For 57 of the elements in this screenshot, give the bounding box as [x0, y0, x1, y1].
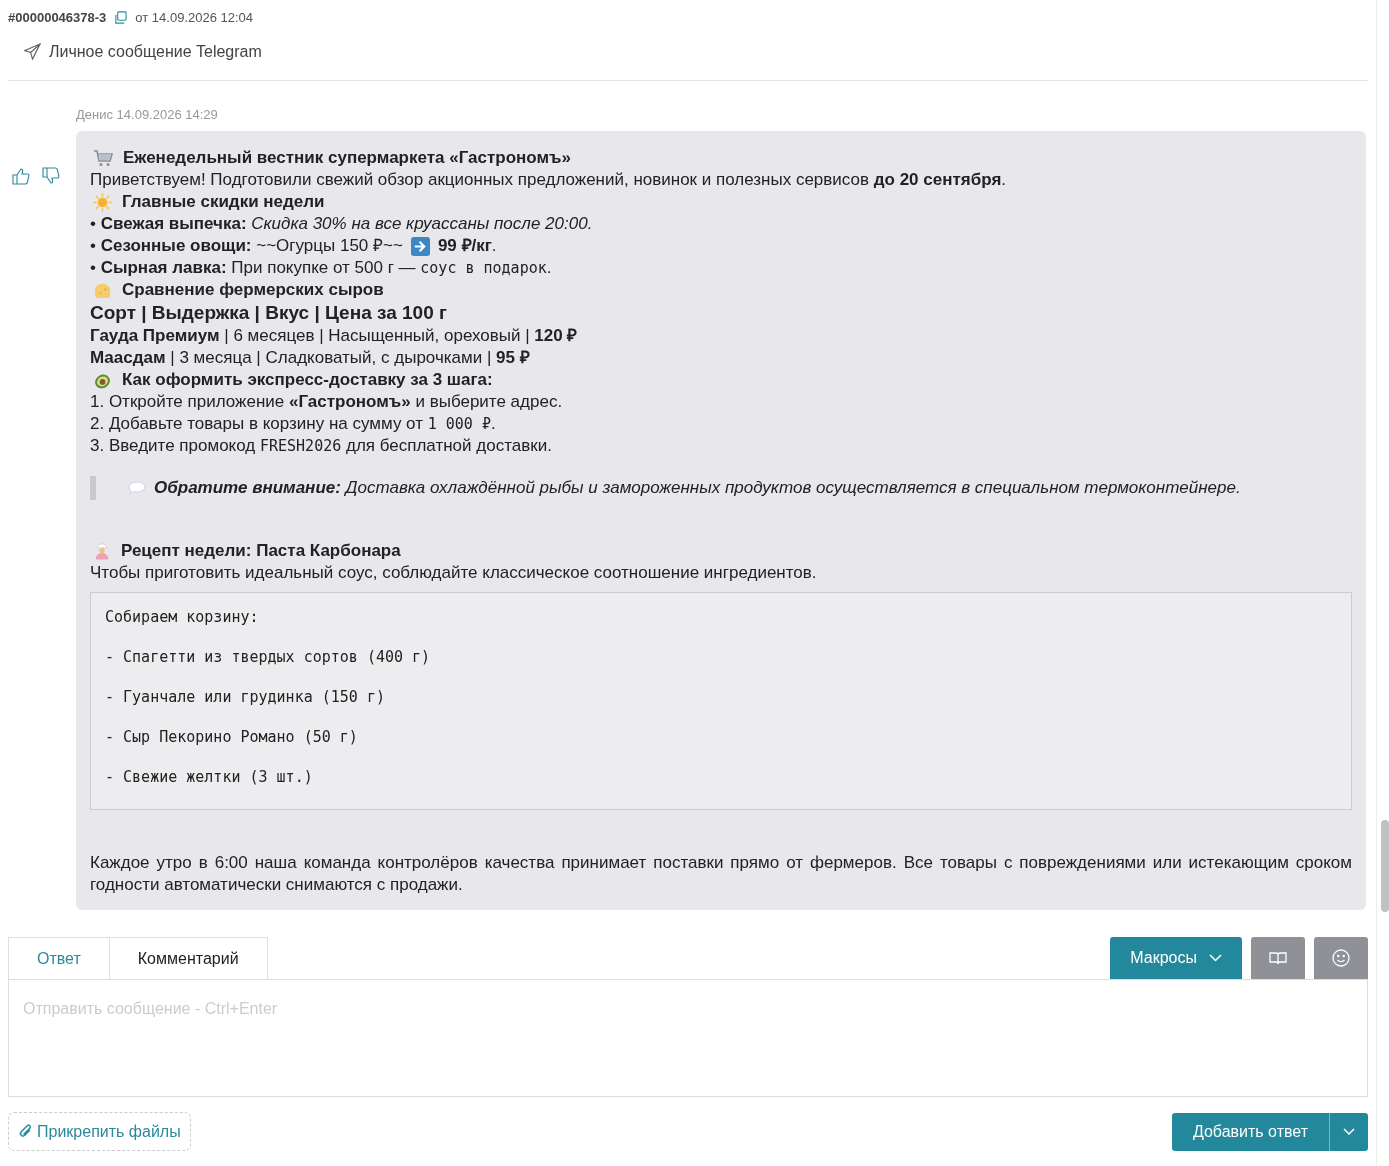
reply-tab[interactable]: Комментарий [108, 937, 268, 979]
inline-code: соус в подарок [420, 258, 547, 279]
message-text: . [546, 257, 552, 279]
paperclip-icon [18, 1123, 33, 1140]
section-heading: Еженедельный вестник супермаркета «Гастрономъ» [123, 147, 571, 169]
section-heading: Сравнение фермерских сыров [122, 279, 384, 301]
code-line: - Сыр Пекорино Романо (50 г) [105, 727, 359, 748]
copy-icon[interactable] [114, 11, 128, 25]
emoji-button[interactable] [1314, 937, 1368, 979]
chevron-down-icon [1209, 954, 1222, 962]
ticket-number: #00000046378-3 [8, 9, 107, 27]
thumbs-down-icon[interactable] [42, 166, 60, 185]
message-text: • Свежая выпечка: Скидка 30% на все круассаны после 20:00. [90, 213, 593, 235]
quote-bar [90, 476, 96, 500]
paper-plane-icon [24, 43, 41, 60]
scrollbar-thumb[interactable] [1381, 820, 1389, 912]
channel-label: Личное сообщение Telegram [49, 41, 262, 62]
message-author: Денис 14.09.2026 14:29 [76, 105, 219, 124]
message-paragraph: Каждое утро в 6:00 наша команда контролёров качества принимает поставки прямо от фермеров. Все товары с повреждениями или истекающим сроком годности автоматически снимаются с продажи. [90, 852, 1352, 896]
inline-code: 1 000 ₽ [427, 414, 491, 435]
code-line: - Гуанчале или грудинка (150 г) [105, 687, 386, 708]
message-text: 99 ₽/кг. [437, 235, 497, 257]
quote-text: Обратите внимание: Доставка охлаждённой рыбы и замороженных продуктов осуществляется в специальном термоконтейнере. [154, 477, 1241, 499]
reply-tab[interactable]: Ответ [8, 937, 110, 979]
message-text: • Сезонные овощи: ~~Огурцы 150 ₽~~ [90, 235, 403, 257]
message-text: Чтобы приготовить идеальный соус, соблюдайте классическое соотношение ингредиентов. [90, 562, 817, 584]
section-heading: Главные скидки недели [122, 191, 325, 213]
message-text: 2. Добавьте товары в корзину на сумму от [90, 413, 424, 435]
smiley-icon [1332, 949, 1350, 967]
code-line: Собираем корзину: [105, 607, 260, 628]
cart-icon [93, 149, 113, 167]
knowledge-base-button[interactable] [1251, 937, 1305, 979]
section-heading: Как оформить экспресс-доставку за 3 шага: [122, 369, 493, 391]
book-icon [1269, 950, 1287, 966]
message-text: Приветствуем! Подготовили свежий обзор акционных предложений, новинок и полезных сервисов до 20 сентября. [90, 169, 1007, 191]
code-line: - Свежие желтки (3 шт.) [105, 767, 314, 788]
cook-icon [93, 541, 111, 561]
message-text: 1. Откройте приложение «Гастрономъ» и выберите адрес. [90, 391, 563, 413]
code-line: - Спагетти из твердых сортов (400 г) [105, 647, 432, 668]
macros-button[interactable]: Макросы [1110, 937, 1242, 979]
message-text: • Сырная лавка: При покупке от 500 г — [90, 257, 417, 279]
cheese-icon [93, 281, 112, 299]
ticket-date: от 14.09.2026 12:04 [135, 9, 254, 27]
speech-bubble-icon [128, 481, 146, 495]
add-reply-button[interactable]: Добавить ответ [1171, 1112, 1330, 1151]
message-text: Гауда Премиум | 6 месяцев | Насыщенный, ореховый | 120 ₽ [90, 325, 578, 347]
chevron-down-icon [1343, 1127, 1355, 1136]
message-text: для бесплатной доставки. [344, 435, 552, 457]
inline-code: FRESH2026 [259, 436, 342, 457]
table-header-row-text: Сорт | Выдержка | Вкус | Цена за 100 г [90, 301, 448, 325]
section-heading: Рецепт недели: Паста Карбонара [121, 540, 401, 562]
message-text: Маасдам | 3 месяца | Сладковатый, с дырочками | 95 ₽ [90, 347, 530, 369]
message-text: 3. Введите промокод [90, 435, 257, 457]
attach-files-button[interactable]: Прикрепить файлы [8, 1112, 191, 1151]
message-text: . [490, 413, 496, 435]
thumbs-up-icon[interactable] [12, 166, 30, 185]
sun-icon [93, 192, 112, 212]
